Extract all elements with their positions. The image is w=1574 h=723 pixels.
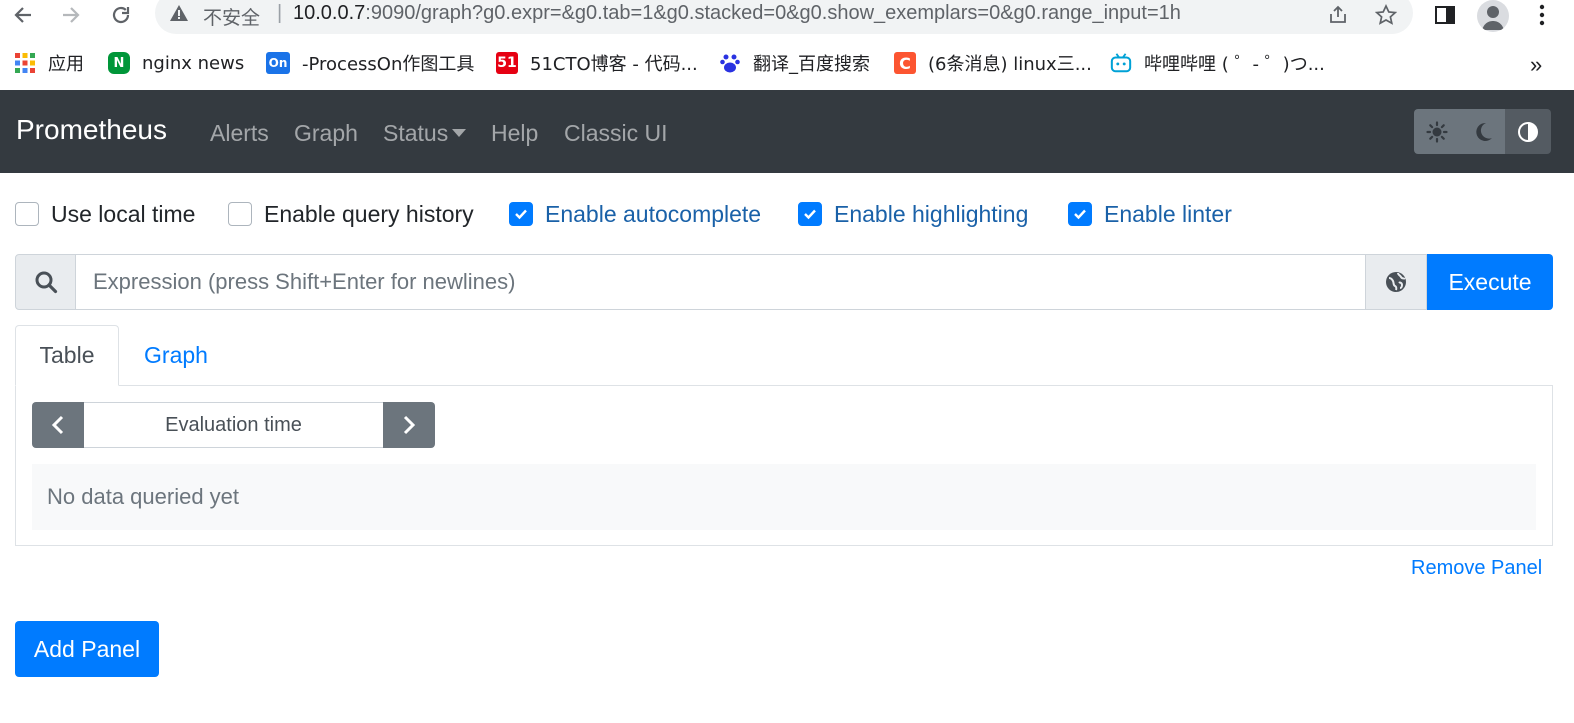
bookmark-51cto[interactable]: 51 51CTO博客 - 代码... xyxy=(496,50,698,76)
nav-status-label: Status xyxy=(383,120,449,146)
baidu-paw-icon xyxy=(719,52,741,74)
checkbox-unchecked[interactable] xyxy=(15,202,39,226)
share-icon[interactable] xyxy=(1325,2,1351,28)
checkbox-unchecked[interactable] xyxy=(228,202,252,226)
url-host: 10.0.0.7 xyxy=(293,2,366,24)
bilibili-icon xyxy=(1110,52,1132,74)
tab-table[interactable]: Table xyxy=(15,325,119,386)
theme-toggle-group xyxy=(1414,109,1551,154)
moon-icon xyxy=(1475,122,1492,141)
more-bookmarks-button[interactable]: » xyxy=(1530,52,1542,78)
chevron-left-icon xyxy=(51,415,64,435)
arrow-right-icon xyxy=(63,7,80,23)
checkbox-checked[interactable] xyxy=(509,202,533,226)
nav-classic-ui[interactable]: Classic UI xyxy=(564,120,668,147)
remove-panel-link[interactable]: Remove Panel xyxy=(1411,557,1542,580)
bookmark-csdn[interactable]: C (6条消息) linux三... xyxy=(894,50,1092,76)
side-panel-icon[interactable] xyxy=(1430,0,1460,30)
csdn-icon: C xyxy=(894,52,916,74)
option-label: Use local time xyxy=(51,200,196,227)
auto-theme-button[interactable] xyxy=(1505,109,1551,154)
metrics-explorer-button[interactable] xyxy=(1366,254,1427,310)
evaluation-time-input[interactable]: Evaluation time xyxy=(84,402,383,448)
next-time-button[interactable] xyxy=(383,402,435,448)
checkbox-checked[interactable] xyxy=(1068,202,1092,226)
reload-button[interactable] xyxy=(106,0,136,30)
expression-input-group: Expression (press Shift+Enter for newlin… xyxy=(15,254,1553,310)
brand-link[interactable]: Prometheus xyxy=(16,114,167,146)
url-text[interactable]: 10.0.0.7:9090/graph?g0.expr=&g0.tab=1&g0… xyxy=(293,2,1181,25)
nginx-icon: N xyxy=(108,52,130,74)
light-theme-button[interactable] xyxy=(1414,109,1460,154)
bookmarks-bar: 应用 N nginx news On -ProcessOn作图工具 51 51C… xyxy=(0,44,1574,82)
dark-theme-button[interactable] xyxy=(1459,109,1506,154)
address-bar[interactable]: 不安全 | 10.0.0.7:9090/graph?g0.expr=&g0.ta… xyxy=(155,0,1413,34)
contrast-half-circle-icon xyxy=(1518,121,1539,142)
bookmark-label: 哔哩哔哩 ( ゜- ゜)つ... xyxy=(1144,54,1325,75)
bookmark-label: nginx news xyxy=(142,52,245,74)
enable-highlighting-toggle[interactable]: Enable highlighting xyxy=(798,200,1028,228)
enable-autocomplete-toggle[interactable]: Enable autocomplete xyxy=(509,200,761,228)
51cto-icon: 51 xyxy=(496,52,518,74)
bookmark-label: 51CTO博客 - 代码... xyxy=(530,54,698,75)
expression-input[interactable]: Expression (press Shift+Enter for newlin… xyxy=(76,254,1366,310)
bookmark-nginx[interactable]: N nginx news xyxy=(108,50,244,76)
check-icon xyxy=(1074,209,1086,220)
arrow-left-icon xyxy=(14,7,31,23)
use-local-time-toggle[interactable]: Use local time xyxy=(15,200,195,228)
bookmark-bilibili[interactable]: 哔哩哔哩 ( ゜- ゜)つ... xyxy=(1110,50,1325,76)
check-icon xyxy=(515,209,527,220)
execute-button[interactable]: Execute xyxy=(1427,254,1553,310)
sun-icon xyxy=(1426,120,1448,143)
url-path: :9090/graph?g0.expr=&g0.tab=1&g0.stacked… xyxy=(365,2,1181,24)
bookmark-baidu[interactable]: 翻译_百度搜索 xyxy=(719,50,870,76)
bookmark-label: -ProcessOn作图工具 xyxy=(302,54,475,75)
globe-icon xyxy=(1386,272,1406,292)
bookmark-label: (6条消息) linux三... xyxy=(928,54,1092,75)
option-label: Enable highlighting xyxy=(834,200,1029,227)
option-label: Enable query history xyxy=(264,200,474,227)
add-panel-button[interactable]: Add Panel xyxy=(15,621,159,677)
reload-icon xyxy=(112,6,130,24)
enable-query-history-toggle[interactable]: Enable query history xyxy=(228,200,474,228)
processon-icon: On xyxy=(266,52,290,74)
option-label: Enable autocomplete xyxy=(545,200,762,227)
forward-button[interactable] xyxy=(56,0,86,30)
insecure-label[interactable]: 不安全 xyxy=(203,3,260,30)
bookmark-processon[interactable]: On -ProcessOn作图工具 xyxy=(266,50,474,76)
chevron-right-icon xyxy=(403,415,416,435)
no-data-message: No data queried yet xyxy=(32,464,1536,530)
checkbox-checked[interactable] xyxy=(798,202,822,226)
address-separator: | xyxy=(277,2,283,24)
bookmark-apps[interactable]: 应用 xyxy=(14,50,84,76)
bookmark-label: 应用 xyxy=(48,54,84,75)
bookmark-label: 翻译_百度搜索 xyxy=(753,54,870,75)
search-addon xyxy=(15,254,76,310)
nav-status[interactable]: Status xyxy=(383,120,467,147)
warning-icon xyxy=(169,4,189,27)
nav-alerts[interactable]: Alerts xyxy=(210,120,269,147)
browser-toolbar: 不安全 | 10.0.0.7:9090/graph?g0.expr=&g0.ta… xyxy=(0,0,1574,36)
browser-menu-icon[interactable] xyxy=(1527,0,1557,30)
app-navbar: Prometheus Alerts Graph Status Help Clas… xyxy=(0,90,1574,173)
bookmark-star-icon[interactable] xyxy=(1373,2,1399,28)
panel-body: Evaluation time No data queried yet xyxy=(15,385,1553,546)
option-label: Enable linter xyxy=(1104,200,1232,227)
back-button[interactable] xyxy=(8,0,38,30)
tab-graph[interactable]: Graph xyxy=(124,325,228,386)
check-icon xyxy=(804,209,816,220)
nav-help[interactable]: Help xyxy=(491,120,538,147)
profile-avatar[interactable] xyxy=(1477,0,1509,32)
nav-graph[interactable]: Graph xyxy=(294,120,358,147)
previous-time-button[interactable] xyxy=(32,402,84,448)
evaluation-time-group: Evaluation time xyxy=(32,402,435,448)
apps-grid-icon xyxy=(14,52,36,74)
enable-linter-toggle[interactable]: Enable linter xyxy=(1068,200,1232,228)
caret-down-icon xyxy=(452,128,467,137)
person-icon xyxy=(1482,6,1504,30)
search-icon xyxy=(35,271,57,294)
